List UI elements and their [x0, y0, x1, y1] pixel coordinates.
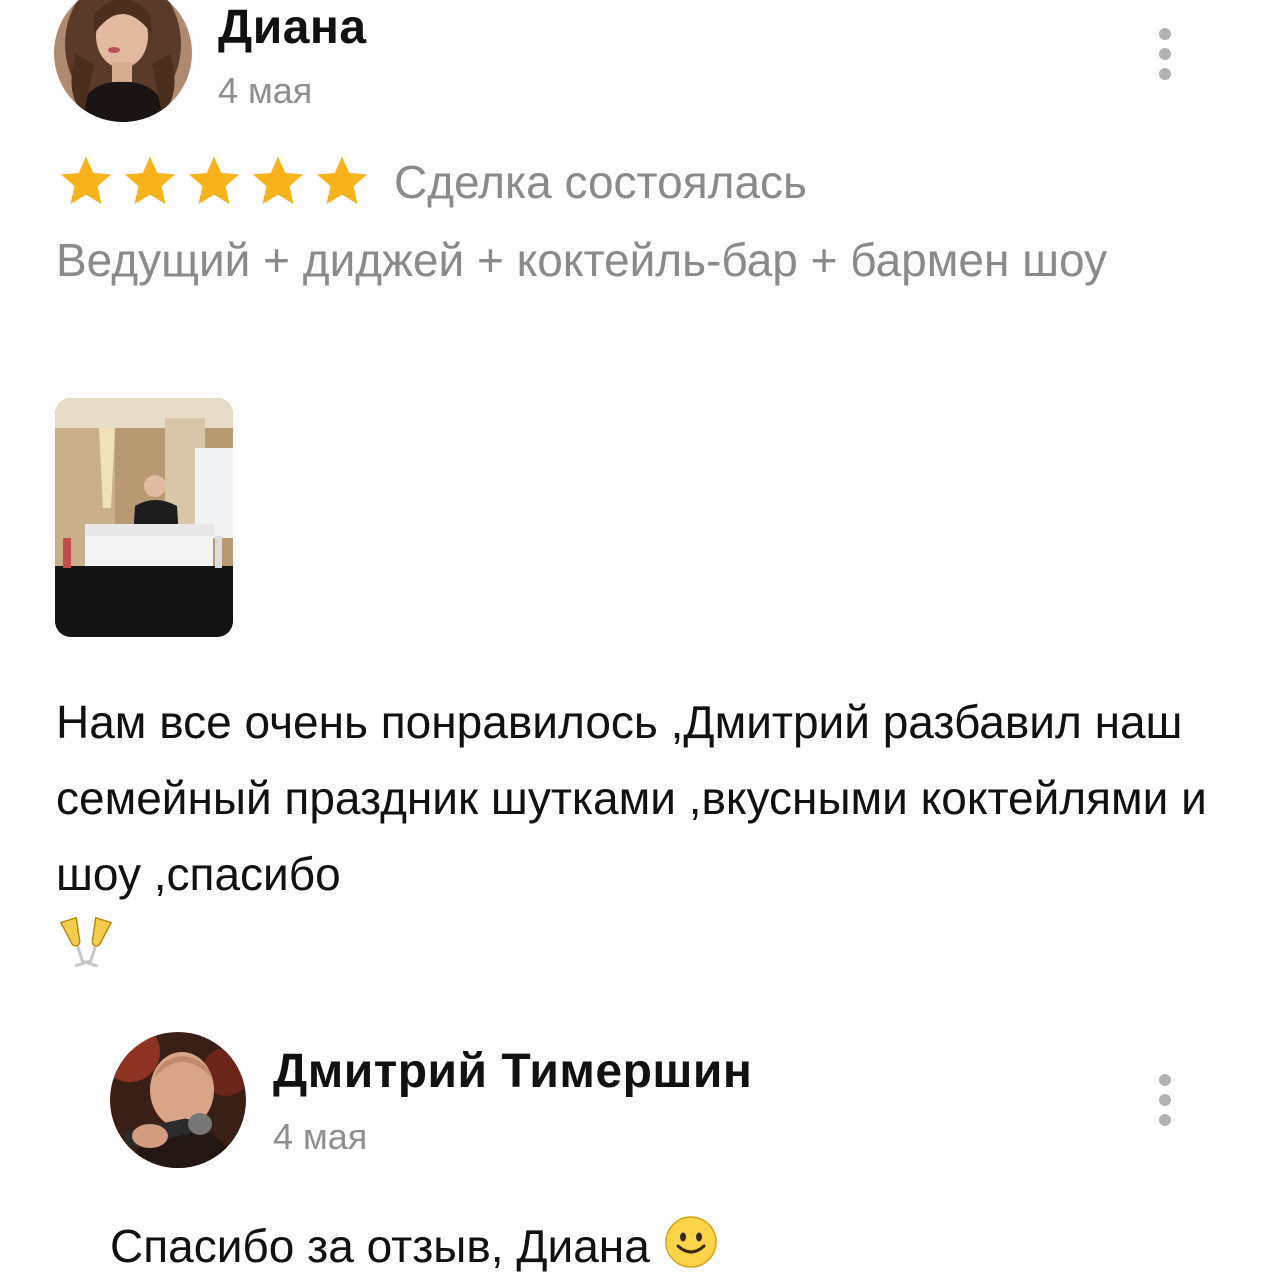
star-icon — [61, 156, 111, 204]
rating-row: Сделка состоялась — [56, 152, 807, 212]
review-photo-thumbnail[interactable] — [55, 398, 233, 637]
star-icon — [253, 156, 303, 204]
reviewer-avatar[interactable] — [54, 0, 192, 122]
more-vertical-icon — [1159, 1074, 1171, 1086]
star-icon — [317, 156, 367, 204]
clinking-glasses-icon — [56, 913, 116, 995]
star-rating — [56, 152, 372, 212]
replier-name[interactable]: Дмитрий Тимершин — [273, 1044, 752, 1099]
deal-status: Сделка состоялась — [394, 156, 807, 208]
review-text-content: Нам все очень понравилось ,Дмитрий разба… — [56, 696, 1207, 900]
service-description: Ведущий + диджей + коктейль-бар + бармен… — [56, 234, 1108, 286]
replier-avatar[interactable] — [110, 1032, 246, 1168]
more-dot — [1159, 1114, 1171, 1126]
more-dot — [1159, 68, 1171, 80]
star-icon — [125, 156, 175, 204]
more-options-button[interactable] — [1145, 22, 1185, 86]
smiling-face-icon — [663, 1214, 719, 1286]
review-text: Нам все очень понравилось ,Дмитрий разба… — [56, 684, 1236, 995]
more-vertical-icon — [1159, 28, 1171, 40]
more-dot — [1159, 48, 1171, 60]
star-icon — [189, 156, 239, 204]
reply-more-options-button[interactable] — [1145, 1068, 1185, 1132]
reply-date: 4 мая — [273, 1116, 368, 1157]
review-date: 4 мая — [218, 70, 313, 111]
more-dot — [1159, 1094, 1171, 1106]
reviewer-name[interactable]: Диана — [218, 0, 367, 55]
reply-text: Спасибо за отзыв, Диана — [110, 1214, 719, 1286]
reply-text-content: Спасибо за отзыв, Диана — [110, 1220, 650, 1273]
